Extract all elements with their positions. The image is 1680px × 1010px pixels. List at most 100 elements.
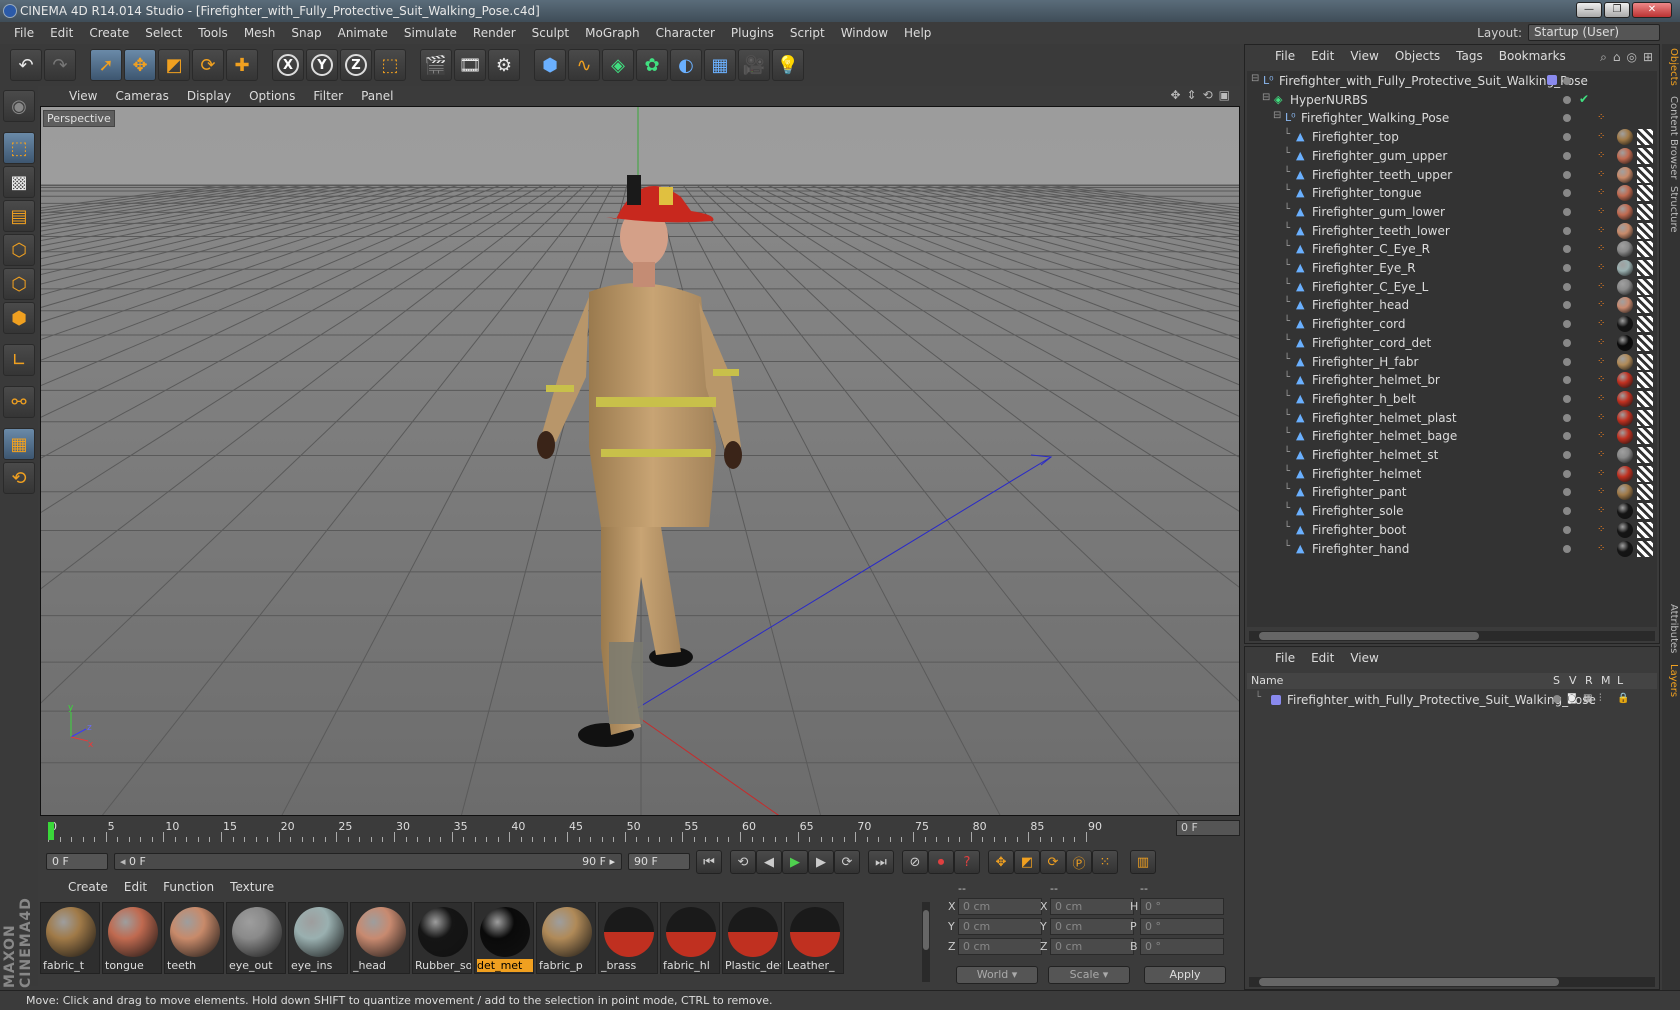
material-swatch[interactable]: Plastic_det <box>722 902 782 974</box>
tree-expander-icon[interactable]: ⊟ <box>1262 92 1270 103</box>
coord-value-field[interactable]: 0 ° <box>1140 898 1224 915</box>
timeline-ruler[interactable]: 051015202530354045505560657075808590 0 F <box>40 818 1240 846</box>
model-mode-icon[interactable]: ⬚ <box>3 132 35 164</box>
object-row[interactable]: └ ▲ Firefighter_tongue ⁘ <box>1247 183 1657 203</box>
uvw-tag-icon[interactable] <box>1637 185 1653 202</box>
visibility-toggle[interactable] <box>1563 376 1571 385</box>
uvw-tag-icon[interactable] <box>1637 521 1653 538</box>
object-row[interactable]: └ ▲ Firefighter_cord_det ⁘ <box>1247 333 1657 353</box>
scale-dropdown[interactable]: Scale ▾ <box>1048 966 1130 984</box>
visibility-toggle[interactable] <box>1563 413 1571 422</box>
timeline-current-frame[interactable]: 0 F <box>1176 820 1240 836</box>
menu-script[interactable]: Script <box>782 22 833 44</box>
visibility-toggle[interactable] <box>1563 170 1571 179</box>
phong-tag-icon[interactable]: ⁘ <box>1597 112 1605 123</box>
search-icon[interactable]: ⌕ <box>1600 50 1607 65</box>
material-menu-texture[interactable]: Texture <box>222 880 282 898</box>
rotate-icon[interactable]: ⟳ <box>192 49 224 81</box>
x-axis-lock-icon[interactable]: X <box>272 49 304 81</box>
spline-icon[interactable]: ∿ <box>568 49 600 81</box>
points-mode-icon[interactable]: ⬡ <box>3 234 35 266</box>
maximize-button[interactable]: ❐ <box>1604 2 1630 18</box>
visibility-toggle[interactable] <box>1563 133 1571 142</box>
uvw-tag-icon[interactable] <box>1637 129 1653 146</box>
material-tag-icon[interactable] <box>1617 521 1633 538</box>
tree-expander-icon[interactable]: ⊟ <box>1273 110 1281 121</box>
visibility-toggle[interactable] <box>1563 301 1571 310</box>
object-menu-tags[interactable]: Tags <box>1448 49 1491 67</box>
visibility-toggle[interactable] <box>1563 507 1571 516</box>
record-keys-icon[interactable]: ⊘ <box>902 850 928 874</box>
phong-tag-icon[interactable]: ⁘ <box>1597 318 1605 329</box>
menu-help[interactable]: Help <box>896 22 939 44</box>
visibility-toggle[interactable] <box>1563 357 1571 366</box>
object-row[interactable]: └ ▲ Firefighter_H_fabr ⁘ <box>1247 352 1657 372</box>
material-tag-icon[interactable] <box>1617 334 1633 351</box>
live-selection-icon[interactable]: ➚ <box>90 49 122 81</box>
material-swatch[interactable]: _brass <box>598 902 658 974</box>
phong-tag-icon[interactable]: ⁘ <box>1597 337 1605 348</box>
layer-row[interactable]: └ Firefighter_with_Fully_Protective_Suit… <box>1247 691 1657 709</box>
start-frame-field[interactable]: 0 F <box>46 853 108 870</box>
perspective-viewport[interactable]: y z x Perspective <box>40 106 1240 816</box>
previous-frame-icon[interactable]: ◀ <box>756 850 782 874</box>
recent-tools-icon[interactable]: ✚ <box>226 49 258 81</box>
menu-edit[interactable]: Edit <box>42 22 81 44</box>
object-menu-edit[interactable]: Edit <box>1303 49 1342 67</box>
make-editable-icon[interactable]: ◉ <box>3 90 35 122</box>
layer-menu-view[interactable]: View <box>1342 651 1386 669</box>
render-settings-icon[interactable]: ⚙ <box>488 49 520 81</box>
object-row[interactable]: └ ▲ Firefighter_helmet_st ⁘ <box>1247 445 1657 465</box>
visibility-toggle[interactable] <box>1563 114 1571 123</box>
material-tag-icon[interactable] <box>1617 428 1633 445</box>
phong-tag-icon[interactable]: ⁘ <box>1597 356 1605 367</box>
layer-horizontal-scrollbar[interactable] <box>1249 977 1655 987</box>
tweak-mode-icon[interactable]: ⚯ <box>3 386 35 418</box>
object-row[interactable]: ⊟ ◈ HyperNURBS ✔ <box>1247 90 1657 110</box>
z-axis-lock-icon[interactable]: Z <box>340 49 372 81</box>
phong-tag-icon[interactable]: ⁘ <box>1597 412 1605 423</box>
side-tab-attributes[interactable]: Attributes <box>1663 604 1679 653</box>
uvw-tag-icon[interactable] <box>1637 353 1653 370</box>
menu-window[interactable]: Window <box>833 22 896 44</box>
home-icon[interactable]: ⌂ <box>1613 50 1621 65</box>
material-tag-icon[interactable] <box>1617 147 1633 164</box>
uvw-tag-icon[interactable] <box>1637 503 1653 520</box>
phong-tag-icon[interactable]: ⁘ <box>1597 187 1605 198</box>
material-tag-icon[interactable] <box>1617 447 1633 463</box>
go-to-start-icon[interactable]: ⏮ <box>696 850 722 874</box>
menu-render[interactable]: Render <box>465 22 524 44</box>
side-tab-layers[interactable]: Layers <box>1663 664 1679 697</box>
phong-tag-icon[interactable]: ⁘ <box>1597 393 1605 404</box>
visibility-toggle[interactable] <box>1563 394 1571 403</box>
layout-dropdown[interactable]: Startup (User) <box>1528 24 1660 41</box>
visibility-toggle[interactable] <box>1563 245 1571 254</box>
viewport-menu-options[interactable]: Options <box>240 89 304 103</box>
undo-icon[interactable]: ↶ <box>10 49 42 81</box>
phong-tag-icon[interactable]: ⁘ <box>1597 374 1605 385</box>
material-swatch[interactable]: Rubber_so <box>412 902 472 974</box>
material-tag-icon[interactable] <box>1617 409 1633 426</box>
render-picture-viewer-icon[interactable]: 🎞 <box>454 49 486 81</box>
material-swatch[interactable]: eye_out <box>226 902 286 974</box>
menu-snap[interactable]: Snap <box>283 22 329 44</box>
viewport-menu-view[interactable]: View <box>60 89 106 103</box>
material-tag-icon[interactable] <box>1617 316 1633 333</box>
world-dropdown[interactable]: World ▾ <box>956 966 1038 984</box>
visibility-toggle[interactable] <box>1563 264 1571 272</box>
uvw-tag-icon[interactable] <box>1637 390 1653 407</box>
side-tab-content-browser[interactable]: Content Browser <box>1663 96 1679 179</box>
visibility-toggle[interactable] <box>1563 525 1571 534</box>
visibility-toggle[interactable] <box>1563 207 1571 216</box>
next-frame-icon[interactable]: ▶ <box>808 850 834 874</box>
viewport-menu-panel[interactable]: Panel <box>352 89 402 103</box>
visibility-toggle[interactable] <box>1563 432 1571 441</box>
apply-button[interactable]: Apply <box>1144 966 1226 984</box>
coord-value-field[interactable]: 0 cm <box>958 938 1042 955</box>
material-swatch[interactable]: _head <box>350 902 410 974</box>
coord-value-field[interactable]: 0 ° <box>1140 938 1224 955</box>
object-row[interactable]: └ ▲ Firefighter_C_Eye_L ⁘ <box>1247 277 1657 297</box>
visibility-toggle[interactable] <box>1563 488 1571 497</box>
layer-manager-icon[interactable]: ⫶ <box>1599 693 1602 704</box>
camera-icon[interactable]: 🎥 <box>738 49 770 81</box>
